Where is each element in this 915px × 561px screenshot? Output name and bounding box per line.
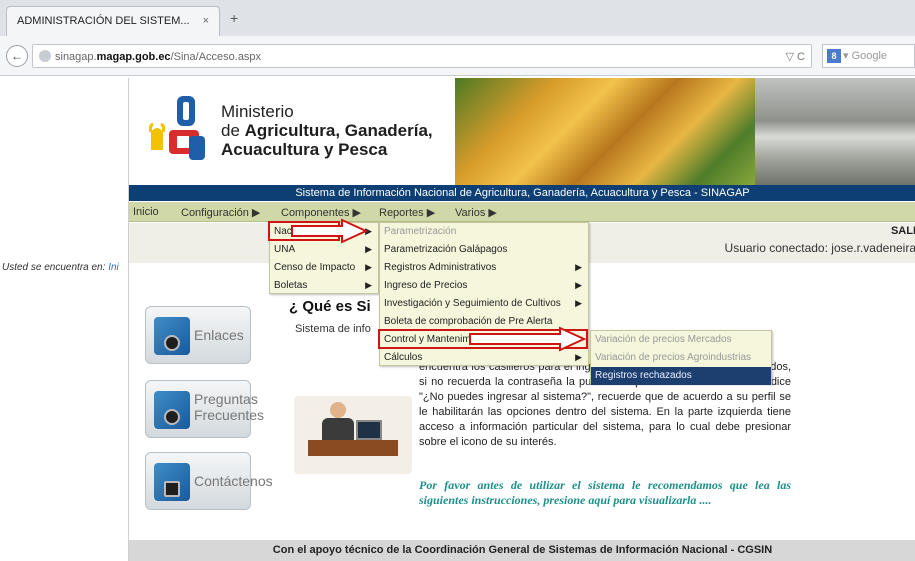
enlaces-label: Enlaces	[194, 327, 244, 343]
annotation-arrow-1	[291, 218, 369, 244]
close-tab-icon[interactable]: ×	[203, 15, 209, 27]
menu-item-parametrizacion[interactable]: Parametrización	[380, 223, 588, 241]
back-arrow-icon[interactable]: ←	[6, 45, 28, 67]
connected-user: Usuario conectado: jose.r.vadeneira	[724, 241, 915, 255]
breadcrumb: Usted se encuentra en: Ini	[2, 262, 119, 273]
preguntas-frecuentes-button[interactable]: Preguntas Frecuentes	[145, 380, 264, 438]
tab-title: ADMINISTRACIÓN DEL SISTEM...	[17, 15, 190, 27]
menu-item-boletas[interactable]: Boletas ▶	[270, 277, 378, 295]
menu-item-variacion-agroindustrias[interactable]: Variación de precios Agroindustrias	[591, 349, 771, 367]
menu-item-parametrizacion-galapagos[interactable]: Parametrización Galápagos	[380, 241, 588, 259]
ministry-logo	[149, 96, 205, 160]
enlaces-button[interactable]: Enlaces	[145, 306, 251, 364]
search-box[interactable]: 8 ▾ Google	[822, 44, 915, 68]
breadcrumb-prefix: Usted se encuentra en:	[2, 262, 109, 273]
ministry-line1: Ministerio	[221, 102, 294, 121]
reload-icon[interactable]: ▽ C	[786, 50, 805, 63]
menu-item-registros-administrativos[interactable]: Registros Administrativos ▶	[380, 259, 588, 277]
ministry-line2: de Agricultura, Ganadería,	[221, 121, 433, 140]
url-host-prefix: sinagap.	[55, 51, 97, 63]
browser-tab[interactable]: ADMINISTRACIÓN DEL SISTEM... ×	[6, 6, 220, 36]
menu-item-censo[interactable]: Censo de Impacto ▶	[270, 259, 378, 277]
contactenos-label: Contáctenos	[194, 473, 273, 489]
globe-icon	[39, 50, 51, 62]
logout-link[interactable]: SALI	[891, 225, 915, 237]
browser-tab-bar: ADMINISTRACIÓN DEL SISTEM... × +	[0, 0, 915, 36]
menu-configuracion[interactable]: Configuración ▶	[181, 206, 260, 219]
menu-item-investigacion-cultivos[interactable]: Investigación y Seguimiento de Cultivos ▶	[380, 295, 588, 313]
corn-photo	[455, 78, 755, 185]
menu-varios[interactable]: Varios ▶	[455, 206, 497, 219]
contactenos-button[interactable]: Contáctenos	[145, 452, 273, 510]
menu-item-ingreso-precios[interactable]: Ingreso de Precios ▶	[380, 277, 588, 295]
annotation-arrow-2	[469, 326, 587, 352]
ministry-line3: Acuacultura y Pesca	[221, 140, 388, 159]
menu-item-registros-rechazados[interactable]: Registros rechazados	[591, 367, 771, 385]
faq-icon	[154, 391, 190, 429]
office-worker-illustration	[294, 396, 412, 474]
main-menu-bar: Inicio Configuración ▶ Componentes ▶ Rep…	[129, 202, 915, 222]
url-path: /Sina/Acceso.aspx	[170, 51, 262, 63]
address-bar[interactable]: sinagap.magap.gob.ec/Sina/Acceso.aspx ▽ …	[32, 44, 812, 68]
page-subtitle: Sistema de info	[295, 323, 371, 335]
menu-item-variacion-mercados[interactable]: Variación de precios Mercados	[591, 331, 771, 349]
url-host-domain: magap.gob.ec	[96, 51, 171, 63]
google-icon: 8	[827, 49, 841, 63]
system-title-bar: Sistema de Información Nacional de Agric…	[129, 185, 915, 201]
new-tab-icon[interactable]: +	[230, 10, 238, 26]
ministry-name: Ministerio de Agricultura, Ganadería, Ac…	[221, 102, 433, 159]
browser-nav-bar: ← sinagap.magap.gob.ec/Sina/Acceso.aspx …	[0, 36, 915, 76]
instructions-link[interactable]: Por favor antes de utilizar el sistema l…	[419, 478, 791, 508]
menu-inicio[interactable]: Inicio	[133, 206, 159, 218]
breadcrumb-link[interactable]: Ini	[108, 262, 119, 273]
livestock-photo	[755, 78, 915, 185]
footer: Con el apoyo técnico de la Coordinación …	[129, 540, 915, 561]
header-banner: Ministerio de Agricultura, Ganadería, Ac…	[129, 78, 915, 185]
links-icon	[154, 317, 190, 355]
preguntas-label: Preguntas Frecuentes	[194, 391, 265, 423]
phone-icon	[154, 463, 190, 501]
search-placeholder: ▾ Google	[843, 50, 888, 62]
control-mantenimiento-menu: Variación de precios Mercados Variación …	[590, 330, 772, 385]
page-title: ¿ Qué es Si	[289, 298, 371, 315]
menu-reportes[interactable]: Reportes ▶	[379, 206, 435, 219]
